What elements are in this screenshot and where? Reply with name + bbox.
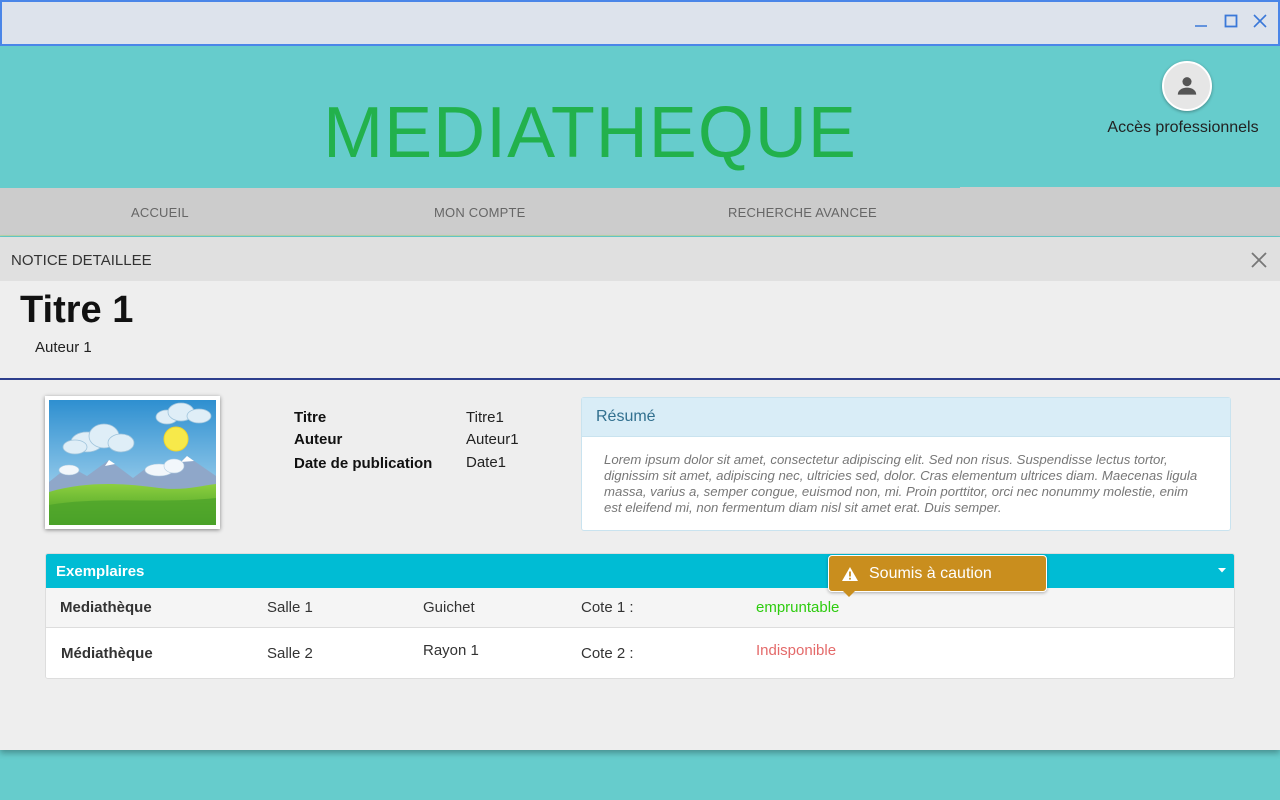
close-panel-icon[interactable] [1249,250,1269,270]
cell-cote: Cote 1 : [581,599,634,616]
main-navbar: ACCUEIL MON COMPTE RECHERCHE AVANCEE [0,188,960,236]
minimize-icon[interactable] [1188,8,1214,34]
resume-title: Résumé [582,398,1230,437]
book-cover-image [45,396,220,529]
landscape-image-icon [49,400,216,525]
nav-item-mon-compte[interactable]: MON COMPTE [434,205,526,220]
exemplaires-title: Exemplaires [56,563,145,580]
tooltip-arrow [843,591,855,597]
resume-box: Résumé Lorem ipsum dolor sit amet, conse… [581,397,1231,531]
field-value-titre: Titre1 [466,409,504,426]
table-row: Médiathèque Salle 2 Rayon 1 Cote 2 : Ind… [46,629,1234,678]
window-titlebar [0,0,1280,46]
exemplaires-table: Exemplaires Mediathèque Salle 1 Guichet … [45,553,1235,679]
book-title: Titre 1 [20,289,134,331]
tooltip-text: Soumis à caution [869,565,992,582]
cell-location: Guichet [423,599,475,616]
professional-access-link[interactable]: Accès professionnels [1100,119,1266,137]
panel-header: NOTICE DETAILLEE [0,237,1280,281]
book-author: Auteur 1 [35,339,92,356]
cell-library: Mediathèque [60,599,152,616]
field-label-titre: Titre [294,409,327,426]
caution-tooltip: Soumis à caution [828,555,1047,597]
caret-down-icon[interactable] [1216,564,1228,576]
cell-library: Médiathèque [61,645,153,662]
user-avatar-button[interactable] [1162,61,1212,111]
exemplaires-header[interactable]: Exemplaires [46,554,1234,588]
cell-location: Rayon 1 [423,642,479,659]
navbar-extension [960,187,1280,236]
cell-room: Salle 2 [267,645,313,662]
field-value-auteur: Auteur1 [466,431,519,448]
panel-title: NOTICE DETAILLEE [11,252,152,269]
field-value-date: Date1 [466,454,507,471]
table-row: Mediathèque Salle 1 Guichet Cote 1 : emp… [46,588,1234,628]
app-header: MEDIATHEQUE Accès professionnels [0,46,1280,188]
maximize-icon[interactable] [1218,8,1244,34]
nav-item-recherche-avancee[interactable]: RECHERCHE AVANCEE [728,205,877,220]
warning-icon [842,567,858,581]
resume-text: Lorem ipsum dolor sit amet, consectetur … [604,452,1198,515]
notice-panel: NOTICE DETAILLEE Titre 1 Auteur 1 Titre … [0,237,1280,750]
nav-item-accueil[interactable]: ACCUEIL [131,205,189,220]
close-icon[interactable] [1247,8,1273,34]
cell-room: Salle 1 [267,599,313,616]
field-label-auteur: Auteur [294,431,343,448]
section-divider [0,378,1280,380]
app-title: MEDIATHEQUE [323,93,857,173]
status-unavailable: Indisponible [756,642,837,659]
status-available: empruntable [756,599,840,616]
person-icon [1177,77,1197,95]
field-label-date: Date de publication [294,455,433,472]
cell-cote: Cote 2 : [581,645,634,662]
